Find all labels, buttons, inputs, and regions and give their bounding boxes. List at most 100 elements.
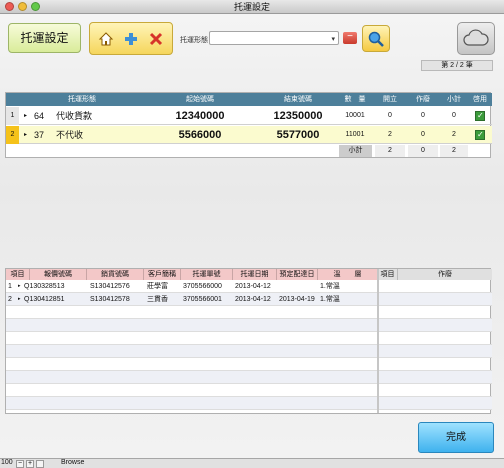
empty-row	[6, 358, 378, 371]
subtotal: 2	[452, 131, 456, 138]
empty-row	[6, 371, 378, 384]
col-type: 托運形態	[68, 96, 96, 103]
side-row	[379, 397, 492, 410]
add-button[interactable]	[121, 29, 141, 49]
subtotal-issued: 2	[375, 145, 405, 157]
home-button[interactable]	[96, 29, 116, 49]
x-icon	[149, 32, 162, 45]
zoom-in-button[interactable]: +	[26, 460, 34, 468]
table-divider	[377, 269, 379, 413]
side-row	[379, 319, 492, 332]
delete-button[interactable]	[146, 29, 166, 49]
side-row	[379, 384, 492, 397]
empty-row	[6, 384, 378, 397]
voided: 0	[421, 131, 425, 138]
cloud-icon	[463, 28, 489, 46]
col-end: 結束號碼	[284, 96, 312, 103]
expand-arrow-icon[interactable]: ▸	[18, 293, 21, 306]
waybill-table: 項目 報價號碼 銷貨號碼 客戶簡稱 托運單號 托運日期 預定配達日 溫 層 項目…	[5, 268, 492, 414]
col-temp: 溫 層	[318, 269, 378, 280]
table-row[interactable]: 1 ▸ Q130328513 S130412576 莊學富 3705566000…	[6, 280, 378, 293]
action-toolbox	[89, 22, 173, 55]
enabled-checkbox[interactable]	[475, 111, 485, 121]
customer-name: 三貫香	[147, 296, 168, 303]
table-header: 托運形態 起始號碼 結束號碼 數 量 開立 作廢 小計 啓用	[6, 93, 492, 106]
issued: 0	[388, 112, 392, 119]
subtotal-void: 0	[408, 145, 438, 157]
col-void: 作廢	[416, 96, 430, 103]
quote-number: Q130328513	[24, 283, 65, 290]
empty-row	[6, 332, 378, 345]
sales-number: S130412578	[90, 296, 130, 303]
col-issued: 開立	[383, 96, 397, 103]
chevron-down-icon: ▾	[331, 36, 335, 43]
quote-number: Q130412851	[24, 296, 65, 303]
window-controls	[5, 2, 40, 11]
col-side-void: 作廢	[438, 271, 452, 278]
subtotal-total: 2	[440, 145, 468, 157]
quantity: 11001	[345, 131, 365, 138]
col-enabled: 啓用	[473, 96, 487, 103]
shipment-range-table: 托運形態 起始號碼 結束號碼 數 量 開立 作廢 小計 啓用 1 ▸ 64 代收…	[5, 92, 492, 158]
clear-button[interactable]: −	[343, 32, 357, 44]
zoom-window-button[interactable]	[31, 2, 40, 11]
side-row	[379, 371, 492, 384]
col-waybill: 托運單號	[181, 269, 233, 280]
row-number: 2	[8, 296, 12, 303]
temperature: 1.常溫	[320, 296, 340, 303]
issued: 2	[388, 131, 392, 138]
main-content: 托運設定 托運形態 ▾ − 第 2 / 2 筆 托運形態 起始號碼 結束號碼 數…	[0, 14, 504, 458]
customer-name: 莊學富	[147, 283, 168, 290]
type-select[interactable]: ▾	[209, 31, 339, 45]
home-icon	[99, 31, 114, 45]
waybill-number: 3705566000	[183, 283, 222, 290]
sales-number: S130412576	[90, 283, 130, 290]
col-qty: 數 量	[344, 96, 366, 103]
row-number: 2	[6, 126, 19, 144]
cloud-button[interactable]	[457, 22, 495, 55]
empty-row	[6, 319, 378, 332]
col-start: 起始號碼	[186, 96, 214, 103]
type-name: 代收貨款	[56, 111, 93, 121]
status-bar: 100 − + Browse	[0, 458, 504, 468]
voided: 0	[421, 112, 425, 119]
title-button[interactable]: 托運設定	[8, 23, 81, 53]
subtotal: 0	[452, 112, 456, 119]
type-label: 托運形態	[180, 37, 208, 44]
ship-date: 2013-04-12	[235, 283, 271, 290]
plus-icon	[124, 32, 137, 45]
table-header: 項目 報價號碼 銷貨號碼 客戶簡稱 托運單號 托運日期 預定配達日 溫 層	[6, 269, 378, 280]
row-number: 1	[8, 283, 12, 290]
type-code: 37	[34, 130, 45, 140]
window-title: 托運設定	[233, 2, 270, 12]
minimize-window-button[interactable]	[18, 2, 27, 11]
side-row	[379, 306, 492, 319]
page-indicator: 第 2 / 2 筆	[421, 60, 493, 71]
enabled-checkbox[interactable]	[475, 130, 485, 140]
col-subtotal: 小計	[447, 96, 461, 103]
start-number: 5566000	[178, 129, 222, 141]
table-row[interactable]: 1 ▸ 64 代收貨款 12340000 12350000 10001 0 0 …	[6, 107, 492, 125]
search-icon	[368, 31, 384, 47]
table-row[interactable]: 2 ▸ 37 不代收 5566000 5577000 11001 2 0 2	[6, 126, 492, 144]
expand-arrow-icon[interactable]: ▸	[18, 280, 21, 293]
col-item: 項目	[6, 269, 30, 280]
zoom-level[interactable]: 100	[1, 459, 13, 466]
waybill-number: 3705566001	[183, 296, 222, 303]
type-code: 64	[34, 111, 45, 121]
type-name: 不代收	[56, 130, 84, 140]
expand-arrow-icon[interactable]: ▸	[24, 107, 27, 125]
layout-icon[interactable]	[36, 460, 44, 468]
empty-row	[6, 306, 378, 319]
search-button[interactable]	[362, 25, 390, 52]
done-button[interactable]: 完成	[418, 422, 494, 453]
mode-label: Browse	[61, 459, 85, 466]
expand-arrow-icon[interactable]: ▸	[24, 126, 27, 144]
empty-row	[6, 397, 378, 410]
close-window-button[interactable]	[5, 2, 14, 11]
side-row	[379, 358, 492, 371]
side-row	[379, 293, 492, 306]
table-row[interactable]: 2 ▸ Q130412851 S130412578 三貫香 3705566001…	[6, 293, 378, 306]
zoom-out-button[interactable]: −	[16, 460, 24, 468]
col-customer: 客戶簡稱	[144, 269, 181, 280]
